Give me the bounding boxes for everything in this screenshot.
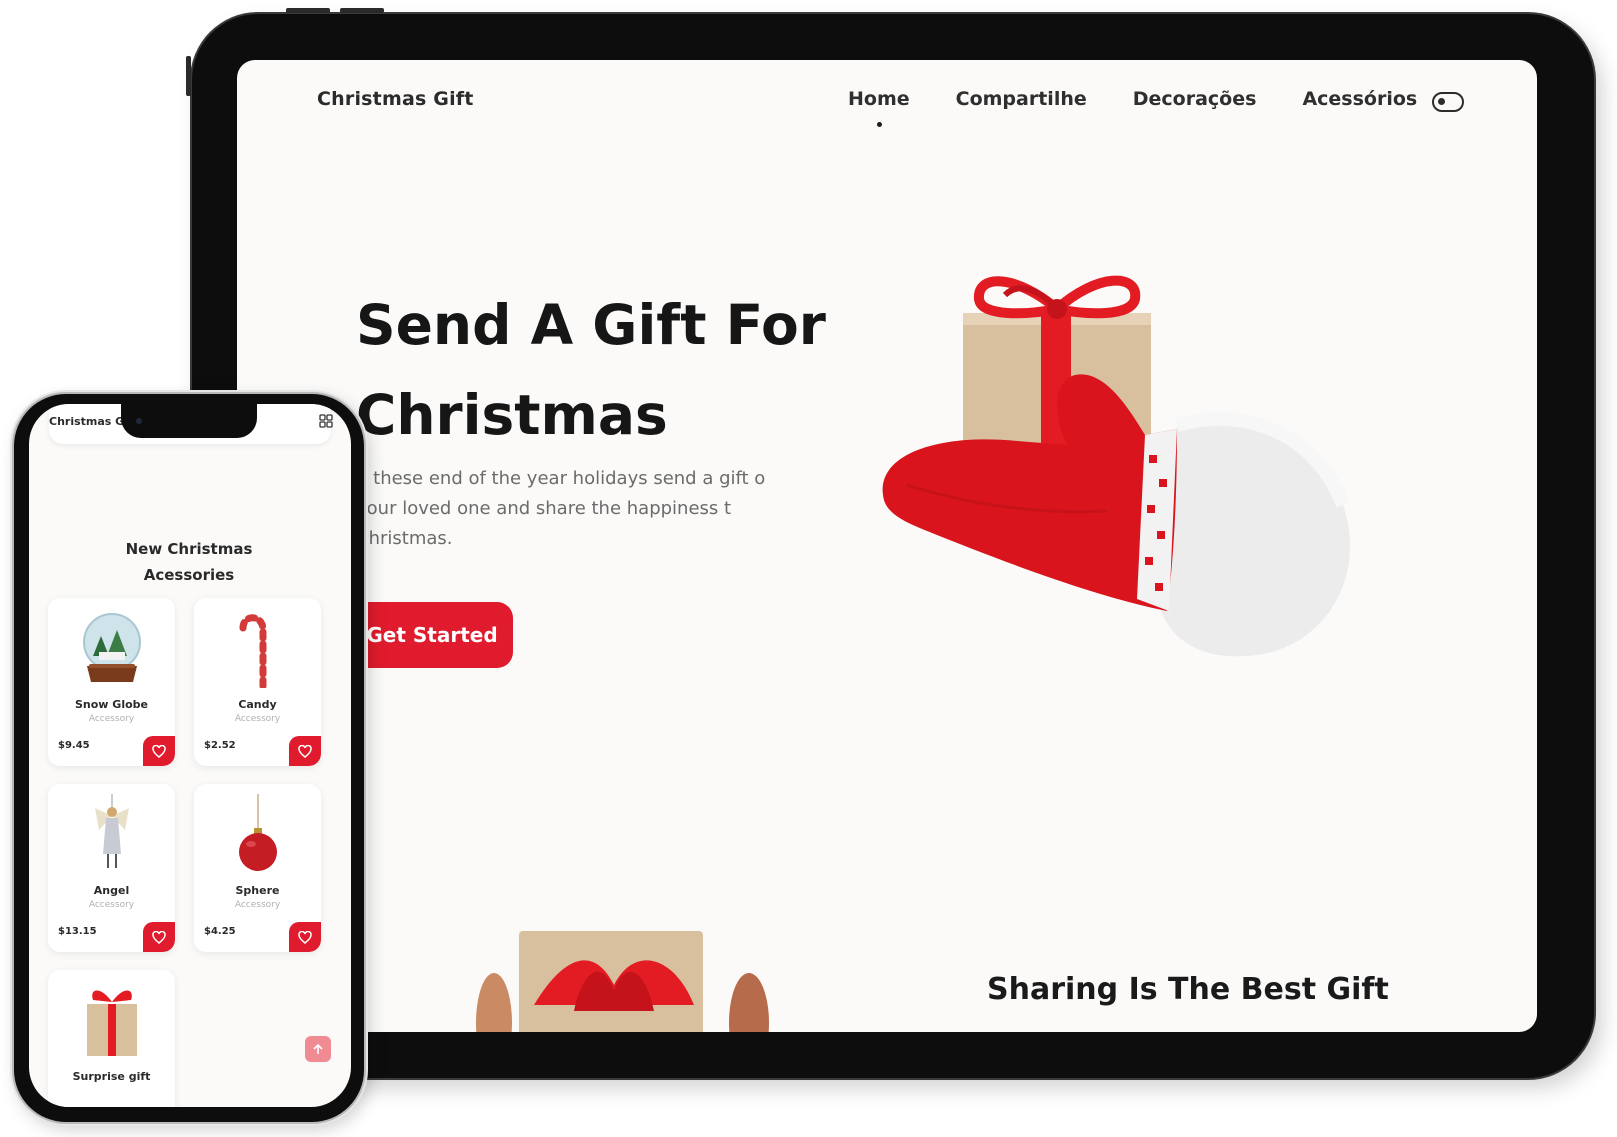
product-category: Accessory [88, 714, 135, 724]
product-name: Snow Globe [75, 698, 148, 711]
heart-icon [152, 744, 166, 758]
main-nav: Home Compartilhe Decorações Acessórios [848, 88, 1417, 127]
product-price: $9.45 [58, 740, 90, 751]
nav-item-compartilhe[interactable]: Compartilhe [956, 88, 1087, 110]
candy-cane-icon [239, 614, 266, 688]
arrow-up-icon [313, 1043, 323, 1054]
product-card[interactable]: Surprise gift [48, 970, 175, 1107]
hero-title: Send A Gift For Christmas [356, 293, 826, 447]
ornament-icon [238, 794, 277, 871]
product-category: Accessory [234, 714, 281, 724]
product-name: Sphere [235, 884, 280, 897]
scroll-top-button[interactable] [305, 1036, 331, 1062]
section-title-sharing: Sharing Is The Best Gift [987, 972, 1389, 1007]
heart-icon [298, 744, 312, 758]
tablet-screen: Christmas Gift Home Compartilhe Decoraçõ… [237, 60, 1537, 1032]
favorite-button[interactable] [143, 736, 175, 766]
hands-gift-illustration [476, 931, 769, 1032]
angel-icon [94, 794, 129, 868]
nav-item-decoracoes[interactable]: Decorações [1133, 88, 1257, 110]
tablet-side-button [186, 56, 191, 96]
mitten-gift-illustration [882, 275, 1350, 657]
heart-icon [298, 930, 312, 944]
get-started-button[interactable]: Get Started [351, 602, 513, 668]
phone-screen: Christmas G New Christmas Acessories Sno… [29, 404, 351, 1107]
product-card[interactable]: Snow Globe Accessory $9.45 [48, 598, 175, 766]
theme-toggle-icon[interactable] [1432, 92, 1464, 112]
product-price: $2.52 [204, 740, 236, 751]
product-category: Accessory [88, 900, 135, 910]
favorite-button[interactable] [143, 922, 175, 952]
grid-icon[interactable] [319, 414, 333, 428]
snow-globe-icon [82, 613, 141, 682]
product-name: Angel [93, 884, 130, 897]
camera-icon [136, 418, 142, 424]
tablet-volume-button [340, 8, 384, 13]
product-card[interactable]: Angel Accessory $13.15 [48, 784, 175, 952]
product-name: Candy [238, 698, 277, 711]
product-card[interactable]: Sphere Accessory $4.25 [194, 784, 321, 952]
product-price: $4.25 [204, 926, 236, 937]
phone-section-title: New Christmas Acessories [125, 540, 253, 584]
heart-icon [152, 930, 166, 944]
product-category: Accessory [234, 900, 281, 910]
product-price: $13.15 [58, 926, 97, 937]
nav-item-acessorios[interactable]: Acessórios [1302, 88, 1417, 110]
hero-description: n these end of the year holidays send a … [356, 468, 766, 549]
product-name: Surprise gift [72, 1070, 151, 1083]
phone-logo[interactable]: Christmas G [49, 415, 124, 428]
tablet-volume-button [286, 8, 330, 13]
favorite-button[interactable] [289, 736, 321, 766]
gift-box-icon [86, 990, 137, 1056]
product-card[interactable]: Candy Accessory $2.52 [194, 598, 321, 766]
favorite-button[interactable] [289, 922, 321, 952]
site-logo[interactable]: Christmas Gift [317, 88, 474, 110]
nav-item-home[interactable]: Home [848, 88, 910, 127]
